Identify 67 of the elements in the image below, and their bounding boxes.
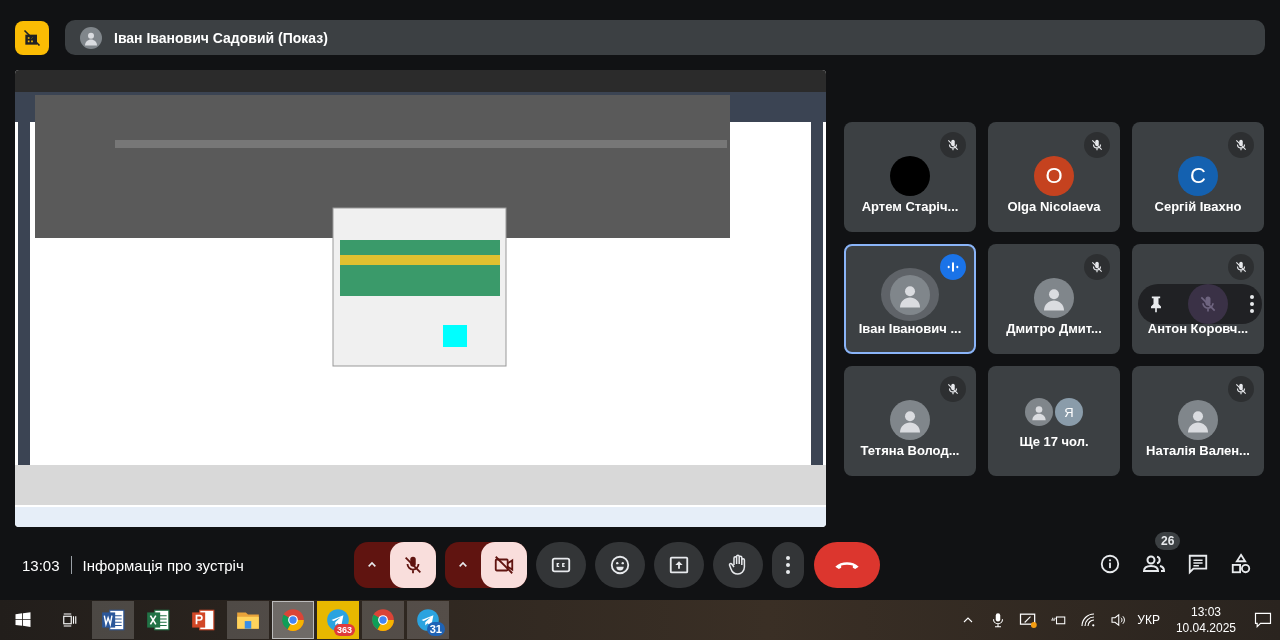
browser-icon: [370, 607, 396, 633]
captions-button[interactable]: [536, 542, 586, 588]
mic-off-icon: [1234, 260, 1248, 274]
participant-name: Антон Коровч...: [1147, 321, 1249, 336]
taskbar-app[interactable]: 31: [407, 601, 449, 639]
browser-icon: [280, 607, 306, 633]
participant-avatar: Я: [1055, 398, 1083, 426]
word-icon: [100, 607, 126, 633]
phone-hang-up-icon: [835, 561, 859, 569]
more-options-button[interactable]: [772, 542, 804, 588]
participant-avatar: O: [1034, 156, 1074, 196]
participant-count-badge: 26: [1155, 532, 1181, 550]
meeting-info-link[interactable]: Інформація про зустріч: [82, 556, 244, 574]
mic-off-icon: [1234, 382, 1248, 396]
leave-call-button[interactable]: [814, 542, 880, 588]
mic-off-icon: [1198, 294, 1218, 314]
more-options-button[interactable]: [1250, 295, 1254, 313]
mic-off-icon: [946, 138, 960, 152]
participant-name: Дмитро Дмит...: [1006, 321, 1102, 336]
task-view-icon: [60, 611, 78, 629]
taskbar-app[interactable]: [227, 601, 269, 639]
info-icon: [1099, 553, 1121, 575]
taskbar-date: 10.04.2025: [1175, 620, 1236, 636]
camera-off-icon: [493, 554, 515, 576]
participant-name: Іван Іванович ...: [858, 321, 962, 336]
participant-name: Тетяна Волод...: [860, 443, 960, 458]
participant-avatar: С: [1178, 156, 1218, 196]
spreadsheet-icon: [145, 607, 171, 633]
mute-button[interactable]: [1188, 284, 1228, 324]
participant-name: Сергій Івахно: [1154, 199, 1242, 214]
presentation-button[interactable]: [15, 20, 49, 55]
present-button[interactable]: [654, 542, 704, 588]
participant-name: Артем Старіч...: [861, 199, 959, 214]
input-language-indicator[interactable]: УКР: [1137, 613, 1160, 627]
smiley-icon: [609, 554, 631, 576]
participant-name: Наталія Вален...: [1146, 443, 1250, 458]
more-participants-label: Ще 17 чол.: [1019, 434, 1089, 449]
participant-name: Olga Nicolaeva: [1007, 199, 1101, 214]
taskbar-app[interactable]: [92, 601, 134, 639]
taskbar-time: 13:03: [1190, 604, 1221, 620]
microphone-button[interactable]: [390, 542, 436, 588]
shapes-icon: [1230, 553, 1252, 575]
slides-icon: [190, 607, 216, 633]
presenter-name: Іван Іванович Садовий (Показ): [114, 29, 328, 46]
meeting-details-button[interactable]: [1099, 553, 1121, 575]
clock: 13:03: [22, 556, 60, 574]
mic-off-icon: [1234, 138, 1248, 152]
presentation-off-icon: [22, 27, 42, 48]
camera-button[interactable]: [481, 542, 527, 588]
more-icon: [1250, 295, 1254, 313]
mic-off-icon: [402, 554, 424, 576]
reactions-button[interactable]: [595, 542, 645, 588]
mic-off-icon: [1090, 260, 1104, 274]
notification-badge: 31: [426, 622, 445, 636]
windows-logo-icon: [13, 610, 33, 630]
more-icon: [786, 556, 790, 574]
mic-off-icon: [1090, 138, 1104, 152]
notification-icon: [1253, 610, 1273, 630]
speaker-icon: [1109, 611, 1128, 629]
chat-button[interactable]: [1187, 553, 1209, 575]
activities-button[interactable]: [1230, 553, 1252, 575]
present-screen-icon: [668, 554, 690, 576]
notification-badge: 363: [333, 624, 355, 636]
raise-hand-button[interactable]: [713, 542, 763, 588]
chat-icon: [1187, 553, 1209, 575]
taskbar-app[interactable]: 363: [317, 601, 359, 639]
mic-off-icon: [946, 382, 960, 396]
